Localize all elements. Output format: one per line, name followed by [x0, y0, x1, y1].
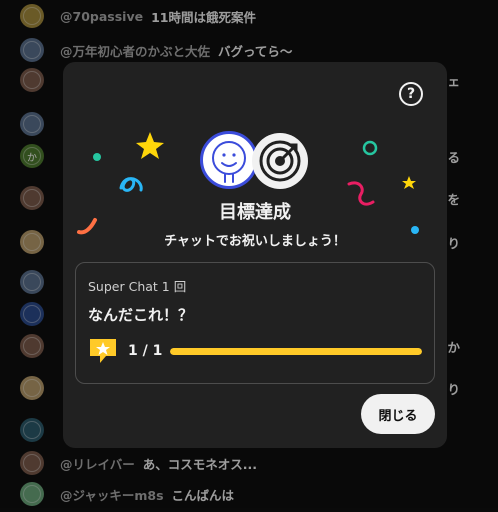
- dialog-title: 目標達成: [219, 202, 291, 223]
- goal-label: Super Chat 1 回: [88, 279, 187, 294]
- goal-text: なんだこれ！？: [88, 306, 194, 324]
- close-button-label: 閉じる: [378, 408, 418, 424]
- confetti-star: [136, 132, 164, 159]
- goal-progress-bar: [170, 348, 422, 355]
- goal-card: Super Chat 1 回 なんだこれ！？ 1 / 1: [75, 262, 435, 384]
- goal-progress-fill: [170, 348, 422, 355]
- confetti-squiggle: [119, 177, 143, 192]
- confetti-star: [402, 176, 416, 189]
- super-chat-star-icon: [90, 339, 116, 363]
- smile-badge-icon: [200, 131, 258, 189]
- confetti-ring: [362, 140, 378, 156]
- goal-count: 1 / 1: [128, 343, 163, 359]
- confetti-dot: [93, 153, 101, 161]
- dialog-subtitle: チャットでお祝いしましょう！: [164, 234, 346, 249]
- close-button[interactable]: 閉じる: [361, 394, 435, 434]
- target-badge-icon: [252, 133, 308, 189]
- goal-achieved-dialog: ? 目標達成 チャットでお祝いしましょう！ Super Chat 1 回 なんだ…: [63, 62, 447, 448]
